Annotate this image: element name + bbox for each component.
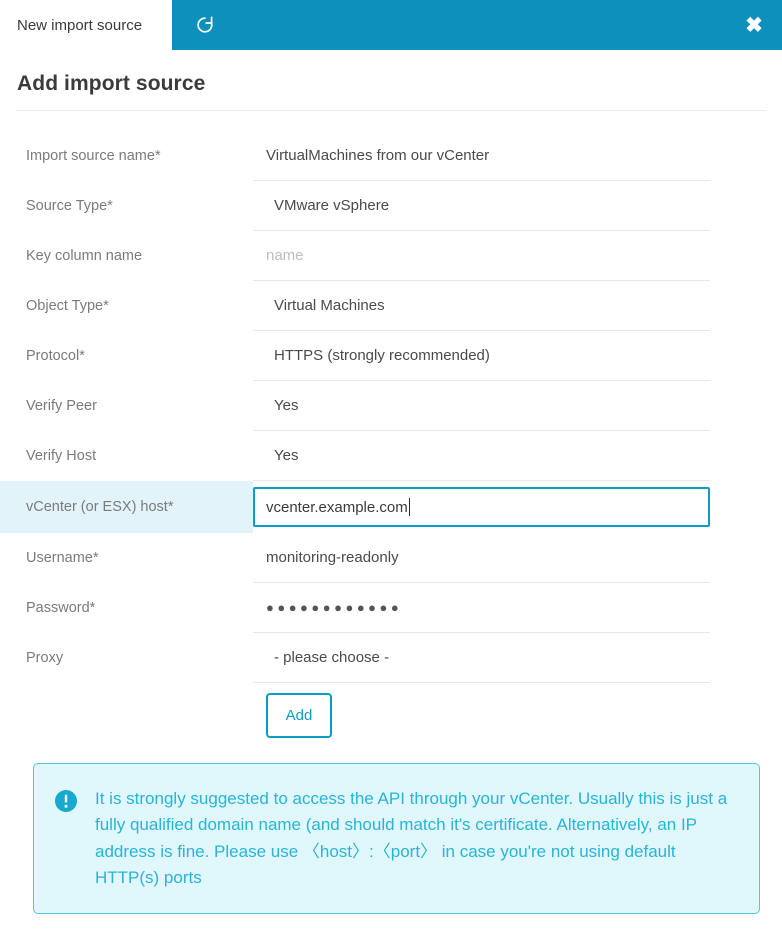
form-row-vcenter-host: vCenter (or ESX) host* vcenter.example.c… [0, 481, 782, 533]
vcenter-host-value: vcenter.example.com [266, 498, 408, 516]
proxy-select[interactable]: - please choose - [253, 633, 710, 683]
form-row-verify-host: Verify Host Yes [0, 431, 782, 481]
close-button[interactable]: ✖ [726, 0, 782, 50]
form-row-username: Username* monitoring-readonly [0, 533, 782, 583]
field-label: Import source name* [26, 148, 161, 164]
close-icon: ✖ [745, 13, 763, 37]
tab-label: New import source [17, 16, 143, 34]
page-title: Add import source [17, 72, 206, 95]
field-label: Username* [26, 550, 99, 566]
vcenter-host-input[interactable]: vcenter.example.com [253, 487, 710, 527]
password-masked-value: ●●●●●●●●●●●● [266, 600, 403, 615]
alert-message: It is strongly suggested to access the A… [95, 789, 728, 888]
import-source-form: Import source name* VirtualMachines from… [0, 131, 782, 738]
add-button[interactable]: Add [266, 693, 332, 738]
form-row-verify-peer: Verify Peer Yes [0, 381, 782, 431]
form-row-proxy: Proxy - please choose - [0, 633, 782, 683]
source-type-select[interactable]: VMware vSphere [253, 181, 710, 231]
field-label: Protocol* [26, 348, 85, 364]
exclamation-circle-icon [54, 789, 78, 813]
form-row-protocol: Protocol* HTTPS (strongly recommended) [0, 331, 782, 381]
field-label: Verify Peer [26, 398, 97, 414]
title-divider [16, 110, 766, 111]
field-label: Source Type* [26, 198, 113, 214]
field-label: Verify Host [26, 448, 97, 464]
password-input[interactable]: ●●●●●●●●●●●● [253, 583, 710, 633]
protocol-select[interactable]: HTTPS (strongly recommended) [253, 331, 710, 381]
field-label: Object Type* [26, 298, 109, 314]
verify-peer-select[interactable]: Yes [253, 381, 710, 431]
info-alert: It is strongly suggested to access the A… [33, 763, 760, 915]
import-source-name-input[interactable]: VirtualMachines from our vCenter [253, 131, 710, 181]
key-column-name-input[interactable]: name [253, 231, 710, 281]
field-label: Password* [26, 600, 96, 616]
field-label: vCenter (or ESX) host* [0, 481, 253, 533]
form-row-key-column-name: Key column name name [0, 231, 782, 281]
verify-host-select[interactable]: Yes [253, 431, 710, 481]
form-row-source-type: Source Type* VMware vSphere [0, 181, 782, 231]
form-actions: Add [0, 693, 782, 738]
form-row-import-source-name: Import source name* VirtualMachines from… [0, 131, 782, 181]
tab-new-import-source[interactable]: New import source [0, 0, 172, 50]
field-label: Key column name [26, 248, 143, 264]
window-titlebar: New import source ✖ [0, 0, 782, 50]
refresh-icon [195, 15, 215, 35]
actions-spacer [0, 693, 253, 738]
refresh-button[interactable] [172, 0, 238, 50]
object-type-select[interactable]: Virtual Machines [253, 281, 710, 331]
field-label: Proxy [26, 650, 64, 666]
username-input[interactable]: monitoring-readonly [253, 533, 710, 583]
text-caret [408, 498, 410, 516]
form-row-object-type: Object Type* Virtual Machines [0, 281, 782, 331]
form-row-password: Password* ●●●●●●●●●●●● [0, 583, 782, 633]
